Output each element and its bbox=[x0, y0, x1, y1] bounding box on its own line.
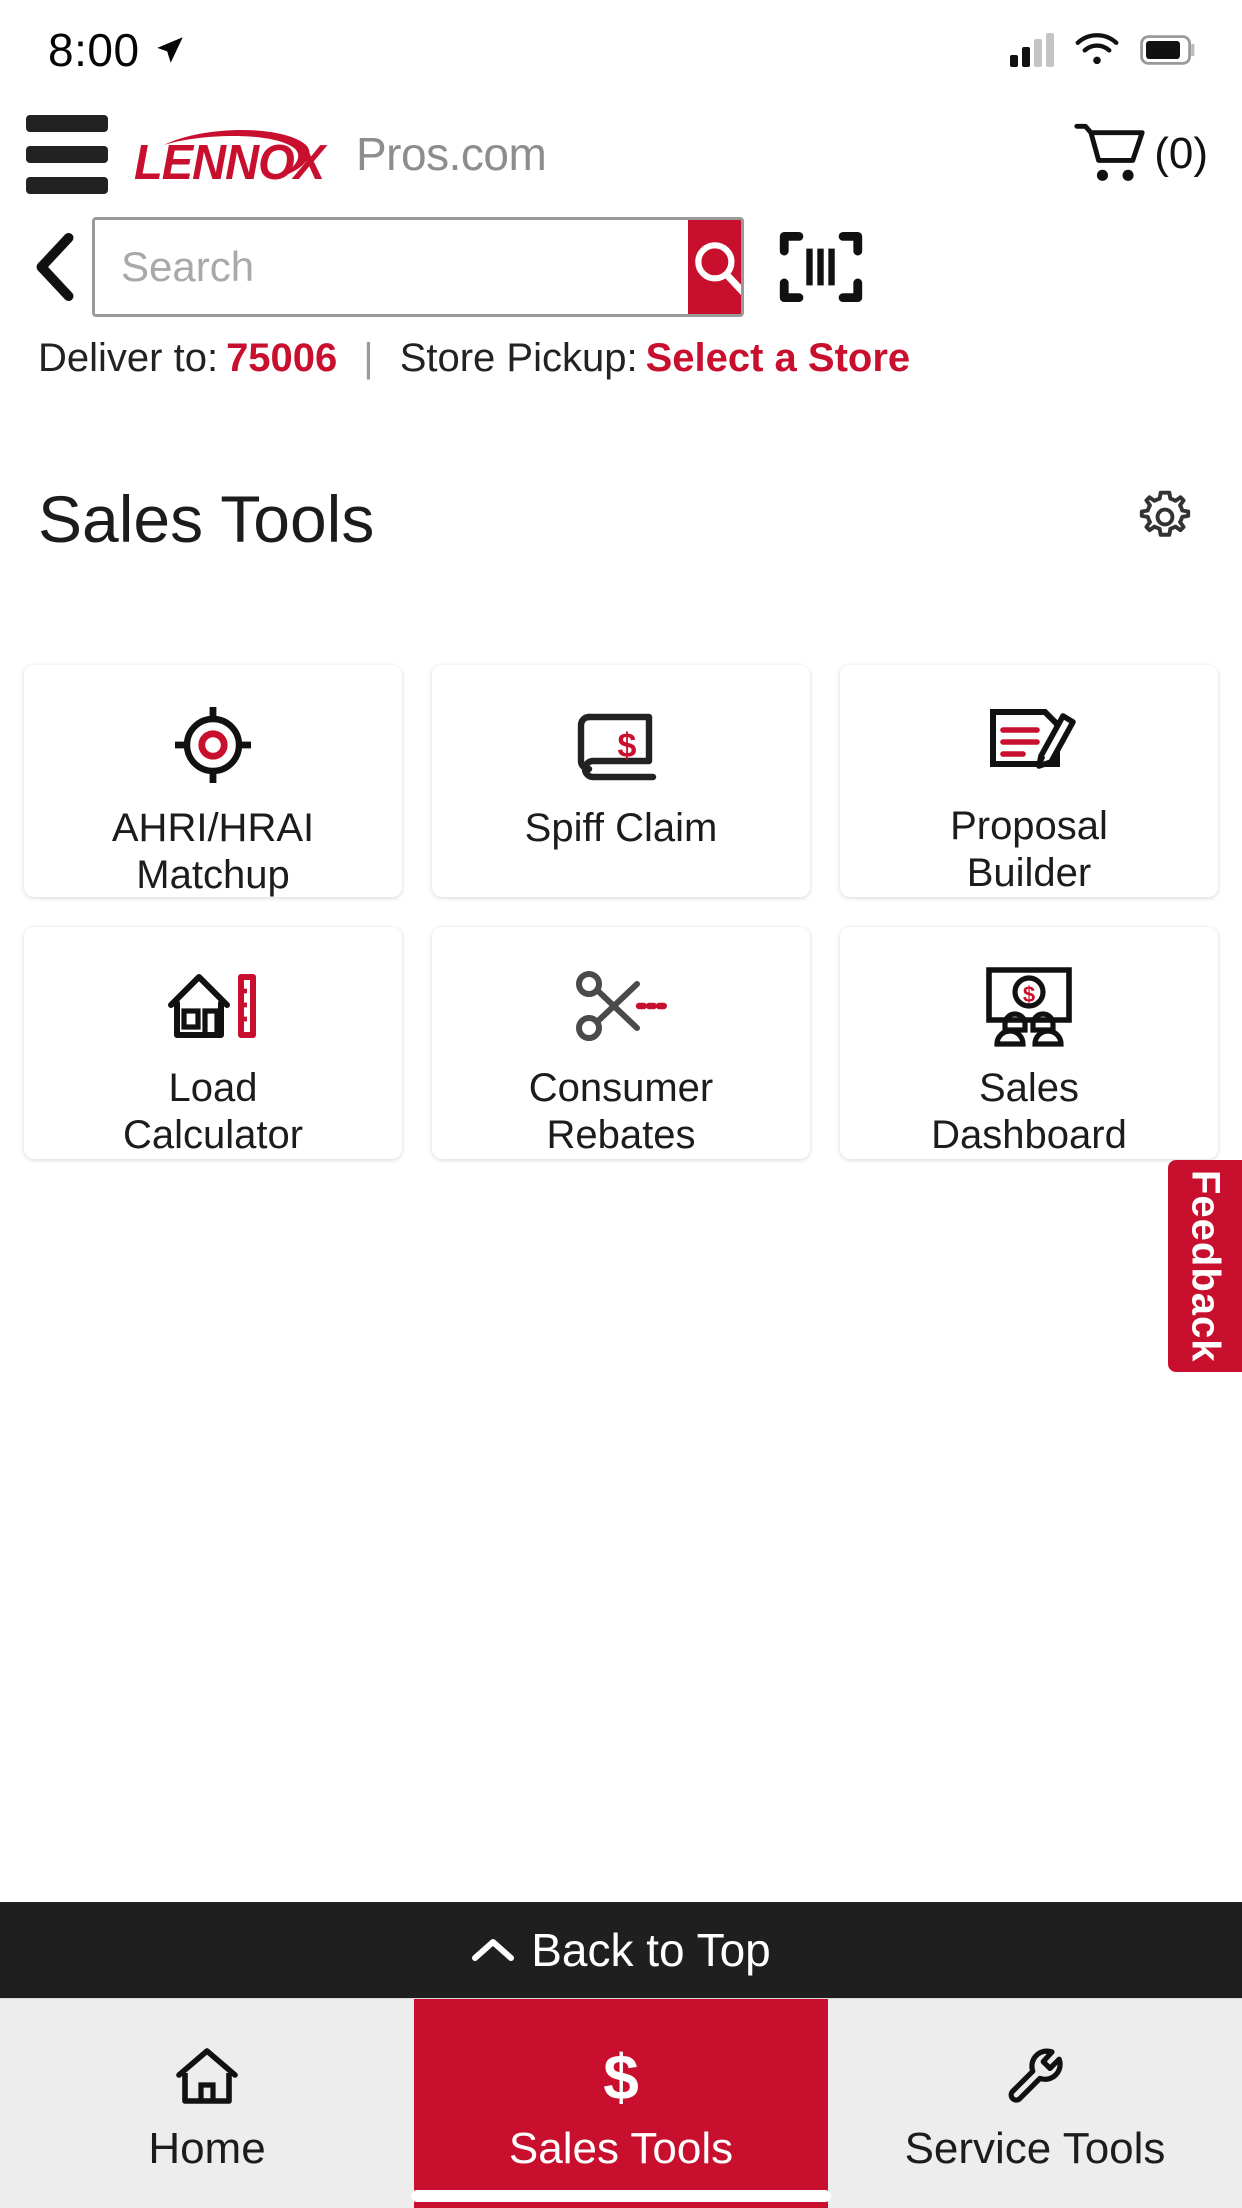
barcode-scanner-button[interactable] bbox=[766, 229, 876, 305]
tool-card-label: Consumer Rebates bbox=[521, 1065, 722, 1159]
tool-label-line-1: AHRI/HRAI bbox=[111, 806, 315, 850]
back-chevron-glyph bbox=[36, 232, 74, 302]
status-time-group: 8:00 bbox=[48, 23, 187, 77]
menu-bar-3 bbox=[26, 176, 108, 194]
gear-icon[interactable] bbox=[1132, 484, 1198, 555]
tool-card-proposal-builder[interactable]: Proposal Builder bbox=[840, 665, 1218, 897]
tool-label-line-1: Consumer bbox=[528, 1065, 714, 1110]
money-banner-dollar-icon: $ bbox=[573, 699, 669, 791]
scissors-coupon-icon bbox=[571, 961, 671, 1051]
nav-label: Sales Tools bbox=[508, 2123, 734, 2173]
nav-item-home[interactable]: Home bbox=[0, 1999, 414, 2208]
tool-label-line-2: Rebates bbox=[546, 1112, 696, 1157]
document-pencil-icon bbox=[981, 699, 1077, 789]
tool-card-load-calculator[interactable]: Load Calculator bbox=[24, 927, 402, 1159]
wifi-icon bbox=[1075, 33, 1119, 65]
tool-label-line-1: Load bbox=[168, 1065, 258, 1110]
nav-item-sales-tools[interactable]: $ Sales Tools bbox=[414, 1999, 828, 2208]
page-title-row: Sales Tools bbox=[0, 381, 1242, 557]
battery-icon bbox=[1140, 35, 1195, 65]
delivery-info-row: Deliver to: 75006 | Store Pickup: Select… bbox=[0, 326, 1242, 381]
location-arrow-icon bbox=[156, 37, 183, 63]
page-title: Sales Tools bbox=[38, 482, 375, 556]
magnifier-icon bbox=[695, 242, 741, 295]
search-box[interactable] bbox=[92, 217, 744, 317]
svg-text:$: $ bbox=[1023, 982, 1035, 1007]
store-pickup-link[interactable]: Select a Store bbox=[646, 336, 911, 381]
house-ruler-icon bbox=[163, 961, 263, 1051]
tool-card-sales-dashboard[interactable]: $ Sales Dashboard bbox=[840, 927, 1218, 1159]
app-header: LENNOX Pros.com (0) bbox=[0, 100, 1242, 208]
menu-bar-1 bbox=[26, 114, 108, 132]
store-pickup-label: Store Pickup: bbox=[399, 336, 638, 380]
tool-label-line-1: Spiff Claim bbox=[524, 806, 718, 850]
cart-button[interactable]: (0) bbox=[1074, 122, 1208, 186]
presentation-board-people-dollar-icon: $ bbox=[979, 961, 1079, 1051]
search-row bbox=[0, 208, 1242, 326]
pros-suffix: Pros.com bbox=[356, 128, 547, 180]
sales-tools-grid: AHRI/HRAI Matchup $ Spiff Claim Proposal… bbox=[0, 557, 1242, 1159]
barcode-scanner-icon bbox=[779, 231, 863, 303]
back-to-top-button[interactable]: Back to Top bbox=[0, 1902, 1242, 1998]
cellular-signal-icon bbox=[1010, 33, 1054, 67]
search-input[interactable] bbox=[95, 220, 688, 314]
tool-card-label: Proposal Builder bbox=[942, 803, 1116, 897]
nav-item-service-tools[interactable]: Service Tools bbox=[828, 1999, 1242, 2208]
back-to-top-label: Back to Top bbox=[531, 1924, 771, 1976]
shopping-cart-icon bbox=[1074, 123, 1145, 181]
tool-label-line-2: Dashboard bbox=[931, 1112, 1127, 1157]
feedback-tab-button[interactable]: Feedback bbox=[1168, 1160, 1242, 1372]
lennox-wordmark: LENNOX bbox=[133, 136, 325, 190]
target-crosshair-icon bbox=[167, 699, 259, 791]
tool-label-line-2: Builder bbox=[966, 850, 1092, 895]
deliver-to-label: Deliver to: bbox=[38, 336, 219, 380]
nav-label: Service Tools bbox=[904, 2123, 1166, 2173]
tool-label-line-1: Proposal bbox=[950, 803, 1108, 848]
menu-bar-2 bbox=[26, 145, 108, 163]
home-icon bbox=[173, 2040, 241, 2114]
tool-card-label: Spiff Claim bbox=[517, 805, 726, 852]
svg-text:$: $ bbox=[618, 727, 637, 765]
nav-label: Home bbox=[148, 2123, 266, 2173]
tool-label-line-1: Sales bbox=[978, 1065, 1080, 1110]
dollar-sign-icon: $ bbox=[595, 2040, 647, 2114]
delivery-separator: | bbox=[363, 336, 374, 380]
lennox-logo: LENNOX bbox=[130, 123, 325, 190]
tool-card-label: Load Calculator bbox=[115, 1065, 311, 1159]
wrench-icon bbox=[1002, 2040, 1068, 2114]
tool-card-spiff-claim[interactable]: $ Spiff Claim bbox=[432, 665, 810, 897]
tool-card-label: Sales Dashboard bbox=[923, 1065, 1135, 1159]
chevron-up-icon bbox=[472, 1939, 515, 1961]
feedback-label: Feedback bbox=[1183, 1169, 1228, 1363]
status-bar: 8:00 bbox=[0, 0, 1242, 100]
tool-label-line-2: Calculator bbox=[122, 1112, 304, 1157]
brand-logo[interactable]: LENNOX Pros.com bbox=[130, 123, 547, 190]
cart-count-label: (0) bbox=[1154, 129, 1208, 178]
back-chevron-icon[interactable] bbox=[22, 232, 88, 302]
hamburger-menu-icon[interactable] bbox=[22, 114, 108, 194]
tool-card-label: AHRI/HRAI Matchup bbox=[104, 805, 322, 899]
svg-text:$: $ bbox=[603, 2043, 639, 2111]
tool-card-consumer-rebates[interactable]: Consumer Rebates bbox=[432, 927, 810, 1159]
tool-card-ahri-hrai-matchup[interactable]: AHRI/HRAI Matchup bbox=[24, 665, 402, 897]
home-indicator-bar bbox=[411, 2190, 831, 2202]
status-time: 8:00 bbox=[48, 24, 140, 76]
status-indicators bbox=[1010, 33, 1196, 67]
bottom-navigation: Home $ Sales Tools Service Tools bbox=[0, 1998, 1242, 2208]
tool-label-line-2: Matchup bbox=[136, 853, 290, 898]
search-submit-button[interactable] bbox=[688, 220, 741, 314]
deliver-to-zip[interactable]: 75006 bbox=[226, 336, 337, 381]
gear-glyph bbox=[1139, 490, 1191, 537]
